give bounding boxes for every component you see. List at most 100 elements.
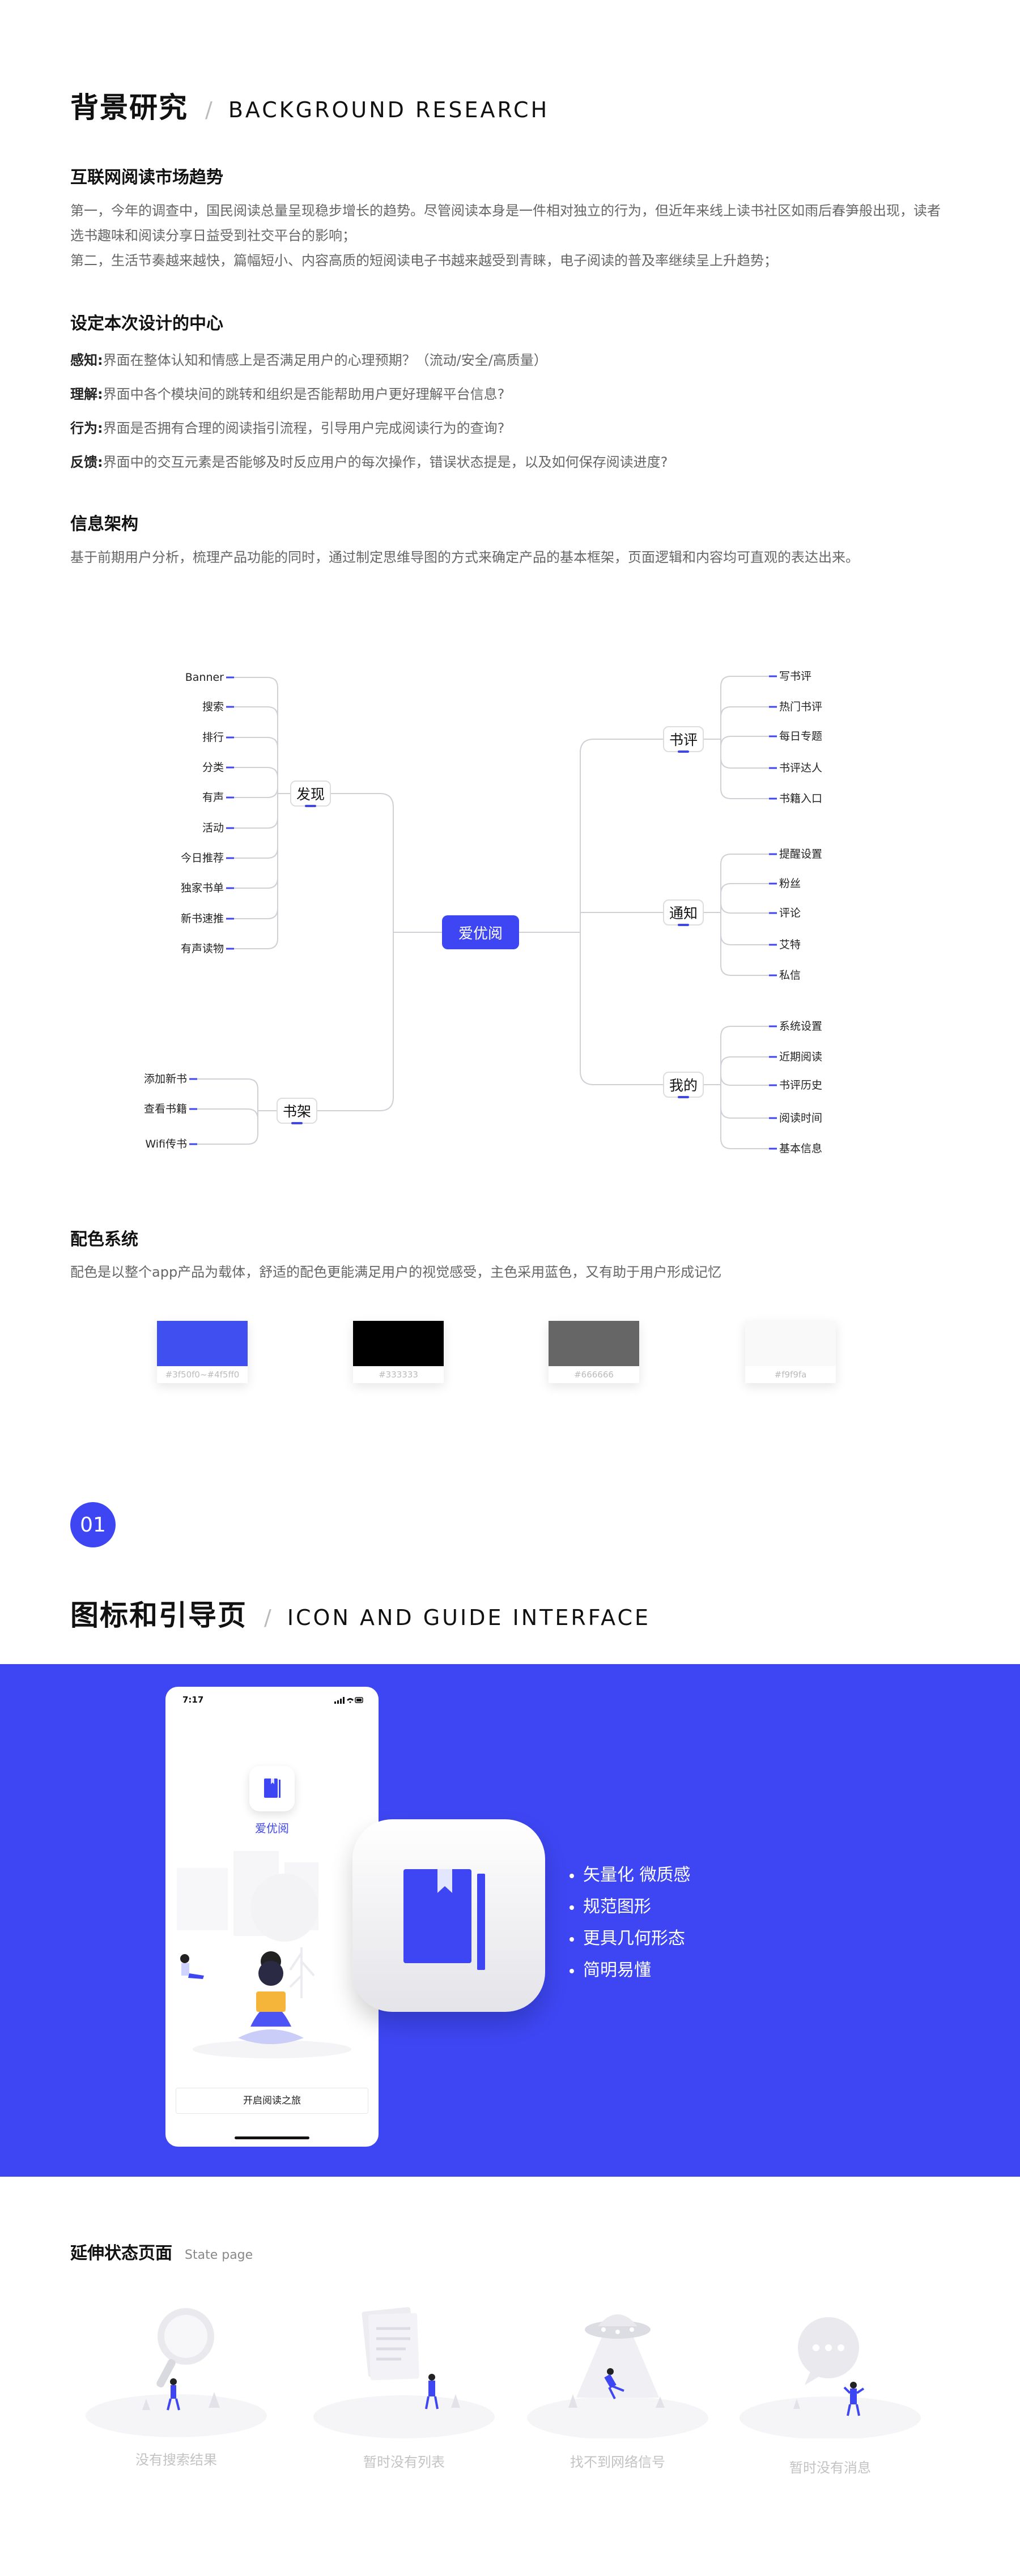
design-item-label: 反馈: xyxy=(70,454,103,470)
splash-app-name: 爱优阅 xyxy=(255,1822,289,1835)
mind-map-leaf: 活动 xyxy=(202,822,224,834)
swatch-fill xyxy=(353,1321,444,1366)
design-item-label: 感知: xyxy=(70,352,103,368)
swatch-label: #666666 xyxy=(574,1370,614,1380)
mind-map-node-review: 书评 xyxy=(663,726,704,753)
document-illustration-icon xyxy=(313,2307,495,2438)
reading-person-illustration xyxy=(177,1851,373,2058)
feature-item: 简明易懂 xyxy=(570,1955,691,1986)
design-item-text: 界面中的交互元素是否能够及时反应用户的每次操作，错误状态提是，以及如何保存阅读进… xyxy=(103,454,668,470)
section-number-badge: 01 xyxy=(70,1502,116,1547)
mind-map-leaf: 独家书单 xyxy=(180,882,224,894)
mind-map-leaf: 私信 xyxy=(779,969,801,982)
mind-map: 爱优阅 发现 Banner 搜索 排行 分类 有声 活动 今日推荐 独家书单 新书速推 有声读物 书架 添… xyxy=(0,600,1020,1167)
design-item-text: 界面是否拥有合理的阅读指引流程，引导用户完成阅读行为的查询? xyxy=(103,420,505,436)
guide-showcase-band: 7:17 爱优阅 开启阅读之旅 矢量化 微质感 规范图形 更具几何形态 简明易懂 xyxy=(0,1664,1020,2177)
design-item-perception: 感知:界面在整体认知和情感上是否满足用户的心理预期？（流动/安全/高质量） xyxy=(70,343,966,377)
background-title-en: BACKGROUND RESEARCH xyxy=(228,97,550,122)
color-text: 配色是以整个app产品为载体，舒适的配色更能满足用户的视觉感受，主色采用蓝色，又… xyxy=(70,1264,722,1280)
feature-text: 矢量化 微质感 xyxy=(583,1865,691,1885)
home-indicator xyxy=(235,2136,309,2139)
design-item-label: 理解: xyxy=(70,386,103,402)
state-no-network: 找不到网络信号 xyxy=(524,2297,711,2484)
bullet-icon xyxy=(570,1873,574,1878)
node-underline xyxy=(678,1096,689,1098)
signal-wifi-battery-icon xyxy=(334,1697,363,1704)
swatch-black: #333333 xyxy=(353,1321,444,1383)
mind-map-leaf: 有声读物 xyxy=(180,942,224,955)
design-item-text: 界面中各个模块间的跳转和组织是否能帮助用户更好理解平台信息? xyxy=(103,386,505,402)
mind-map-leaf: 提醒设置 xyxy=(779,848,823,860)
mind-map-leaf: 写书评 xyxy=(779,670,812,683)
magnifier-illustration-icon xyxy=(86,2308,267,2437)
bullet-icon xyxy=(570,1905,574,1910)
mind-map-leaf: 书籍入口 xyxy=(779,792,823,805)
state-no-message: 暂时没有消息 xyxy=(737,2297,924,2484)
status-icons xyxy=(334,1696,364,1707)
splash-app-icon xyxy=(249,1766,295,1811)
book-icon xyxy=(264,1779,280,1798)
state-title: 延伸状态页面 State page xyxy=(70,2239,253,2264)
guide-title: 图标和引导页 / ICON AND GUIDE INTERFACE xyxy=(70,1593,651,1634)
mind-map-leaf: 新书速推 xyxy=(180,912,224,925)
color-title: 配色系统 xyxy=(70,1230,138,1249)
mind-map-leaf: Wifi传书 xyxy=(145,1138,187,1150)
mind-map-leaf: 每日专题 xyxy=(779,730,823,743)
mind-map-leaf: 粉丝 xyxy=(779,877,801,890)
title-slash: / xyxy=(264,1605,271,1630)
trend-line-2: 选书趣味和阅读分享日益受到社交平台的影响； xyxy=(70,228,356,244)
feature-item: 更具几何形态 xyxy=(570,1923,691,1955)
mind-map-node-label: 我的 xyxy=(669,1077,698,1094)
design-item-label: 行为: xyxy=(70,420,103,436)
design-item-feedback: 反馈:界面中的交互元素是否能够及时反应用户的每次操作，错误状态提是，以及如何保存… xyxy=(70,445,966,479)
trend-title: 互联网阅读市场趋势 xyxy=(70,168,223,187)
feature-text: 规范图形 xyxy=(583,1897,651,1917)
design-item-behavior: 行为:界面是否拥有合理的阅读指引流程，引导用户完成阅读行为的查询? xyxy=(70,411,966,445)
mind-map-node-shelf: 书架 xyxy=(277,1098,317,1124)
chat-bubble-illustration-icon xyxy=(740,2317,921,2439)
swatch-label: #f9f9fa xyxy=(774,1370,807,1380)
trend-line-1: 第一，今年的调查中，国民阅读总量呈现稳步增长的趋势。尽管阅读本身是一件相对独立的… xyxy=(70,203,941,219)
background-title-zh: 背景研究 xyxy=(70,91,188,124)
state-title-zh: 延伸状态页面 xyxy=(70,2244,172,2263)
mind-map-node-label: 书评 xyxy=(669,732,698,748)
mind-map-leaf: 添加新书 xyxy=(143,1073,187,1085)
node-underline xyxy=(678,924,689,926)
feature-item: 矢量化 微质感 xyxy=(570,1860,691,1891)
mind-map-leaf: 搜索 xyxy=(202,701,224,713)
status-time: 7:17 xyxy=(182,1695,204,1705)
info-arch-text: 基于前期用户分析，梳理产品功能的同时，通过制定思维导图的方式来确定产品的基本框架… xyxy=(70,549,859,565)
mind-map-node-label: 通知 xyxy=(669,905,698,922)
guide-phone-mockup: 7:17 爱优阅 开启阅读之旅 xyxy=(165,1687,379,2147)
guide-title-zh: 图标和引导页 xyxy=(70,1599,247,1632)
design-item-text: 界面在整体认知和情感上是否满足用户的心理预期？（流动/安全/高质量） xyxy=(103,352,547,368)
state-caption: 暂时没有列表 xyxy=(363,2454,445,2470)
trend-line-3: 第二，生活节奏越来越快，篇幅短小、内容高质的短阅读电子书越来越受到青睐，电子阅读… xyxy=(70,253,777,268)
state-no-list: 暂时没有列表 xyxy=(311,2297,498,2484)
mind-map-leaf: 书评历史 xyxy=(779,1079,823,1091)
state-caption: 找不到网络信号 xyxy=(570,2454,665,2470)
mind-map-node-label: 书架 xyxy=(282,1103,311,1120)
state-caption: 暂时没有消息 xyxy=(789,2460,871,2476)
start-reading-button[interactable]: 开启阅读之旅 xyxy=(176,2088,368,2114)
swatch-fill xyxy=(745,1321,836,1366)
guide-title-en: ICON AND GUIDE INTERFACE xyxy=(287,1605,651,1630)
mind-map-root: 爱优阅 xyxy=(442,915,519,949)
node-underline xyxy=(305,805,316,807)
mind-map-leaf: 评论 xyxy=(779,907,801,919)
mind-map-leaf: 基本信息 xyxy=(779,1142,823,1155)
mind-map-leaf: 系统设置 xyxy=(779,1020,823,1033)
node-underline xyxy=(291,1122,303,1124)
feature-text: 简明易懂 xyxy=(583,1960,651,1980)
swatch-primary: #3f50f0~#4f5ff0 xyxy=(157,1321,248,1383)
mind-map-node-mine: 我的 xyxy=(663,1072,704,1098)
swatch-fill xyxy=(549,1321,639,1366)
mind-map-leaf: 阅读时间 xyxy=(779,1112,823,1124)
book-icon xyxy=(403,1869,485,1970)
feature-item: 规范图形 xyxy=(570,1891,691,1923)
state-title-en: State page xyxy=(185,2248,253,2262)
mind-map-node-notice: 通知 xyxy=(663,899,704,926)
mind-map-leaf: 书评达人 xyxy=(779,762,823,774)
mind-map-node-label: 发现 xyxy=(296,786,325,803)
swatch-light: #f9f9fa xyxy=(745,1321,836,1383)
